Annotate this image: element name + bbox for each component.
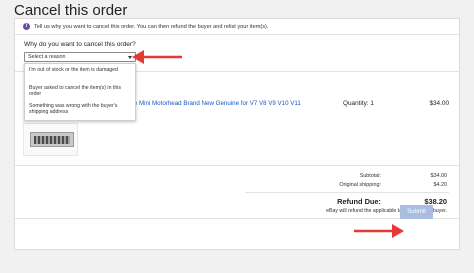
page-title: Cancel this order <box>14 2 128 19</box>
reason-option-out-of-stock[interactable]: I'm out of stock or the item is damaged <box>29 67 129 73</box>
item-title-link[interactable]: elease Mini Motorhead Brand New Genuine … <box>119 100 301 107</box>
divider <box>15 165 459 166</box>
item-quantity: Quantity: 1 <box>343 100 374 107</box>
shipping-value: $4.20 <box>433 182 448 188</box>
annotation-arrow-icon <box>354 224 404 238</box>
info-text: Tell us why you want to cancel this orde… <box>34 23 269 30</box>
cancel-order-panel: i Tell us why you want to cancel this or… <box>14 18 460 250</box>
item-thumbnail[interactable] <box>23 123 78 156</box>
shipping-label: Original shipping: <box>339 182 381 188</box>
submit-button[interactable]: Submit <box>400 205 433 219</box>
subtotal-label: Subtotal: <box>359 173 381 179</box>
reason-dropdown-menu: I'm out of stock or the item is damaged … <box>24 63 136 121</box>
subtotal-value: $34.00 <box>430 173 448 179</box>
divider <box>15 34 459 35</box>
info-banner: i Tell us why you want to cancel this or… <box>23 23 268 30</box>
item-price: $34.00 <box>429 100 449 107</box>
info-icon: i <box>23 23 30 30</box>
reason-question: Why do you want to cancel this order? <box>24 41 136 48</box>
annotation-arrow-icon <box>132 50 182 64</box>
reason-select[interactable]: Select a reason <box>24 52 136 62</box>
divider <box>15 218 459 219</box>
refund-due-label: Refund Due: <box>337 197 381 206</box>
divider <box>245 192 449 193</box>
reason-option-shipping-address[interactable]: Something was wrong with the buyer's shi… <box>29 103 129 116</box>
reason-option-buyer-asked[interactable]: Buyer asked to cancel the item(s) in thi… <box>29 85 129 98</box>
item-image <box>30 132 74 147</box>
reason-select-value: Select a reason <box>28 54 66 60</box>
